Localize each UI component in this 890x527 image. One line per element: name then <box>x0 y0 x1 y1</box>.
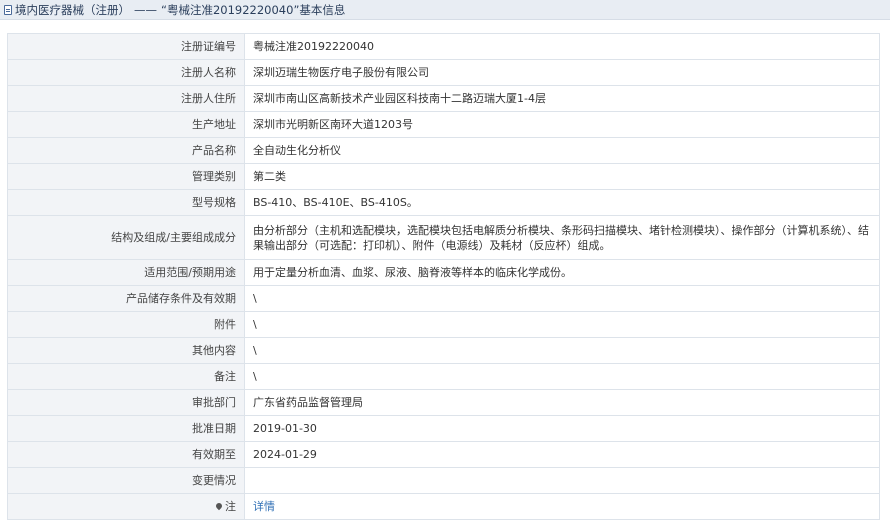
row-value: \ <box>244 311 880 338</box>
table-row: 变更情况 <box>7 467 880 494</box>
info-table: 注册证编号 粤械注准20192220040 注册人名称 深圳迈瑞生物医疗电子股份… <box>7 33 880 520</box>
pin-icon <box>214 501 224 511</box>
table-row: 批准日期 2019-01-30 <box>7 415 880 442</box>
row-label: 生产地址 <box>7 111 245 138</box>
note-value-cell: 详情 <box>244 493 880 520</box>
table-row: 其他内容 \ <box>7 337 880 364</box>
row-value: \ <box>244 363 880 390</box>
table-row: 注册证编号 粤械注准20192220040 <box>7 33 880 60</box>
header-category: 境内医疗器械（注册） <box>15 2 130 17</box>
table-row: 附件 \ <box>7 311 880 338</box>
row-label: 变更情况 <box>7 467 245 494</box>
row-label: 注册人住所 <box>7 85 245 112</box>
row-value: 由分析部分（主机和选配模块，选配模块包括电解质分析模块、条形码扫描模块、堵针检测… <box>244 215 880 260</box>
row-value: 用于定量分析血清、血浆、尿液、脑脊液等样本的临床化学成份。 <box>244 259 880 286</box>
table-row: 产品名称 全自动生化分析仪 <box>7 137 880 164</box>
row-value: 全自动生化分析仪 <box>244 137 880 164</box>
table-row: 审批部门 广东省药品监督管理局 <box>7 389 880 416</box>
document-icon <box>4 4 12 15</box>
table-row: 备注 \ <box>7 363 880 390</box>
row-label: 备注 <box>7 363 245 390</box>
table-row: 注册人住所 深圳市南山区高新技术产业园区科技南十二路迈瑞大厦1-4层 <box>7 85 880 112</box>
row-label: 注册证编号 <box>7 33 245 60</box>
row-label: 注册人名称 <box>7 59 245 86</box>
table-row: 结构及组成/主要组成成分 由分析部分（主机和选配模块，选配模块包括电解质分析模块… <box>7 215 880 260</box>
row-value: 第二类 <box>244 163 880 190</box>
note-label-cell: 注 <box>7 493 245 520</box>
row-value: 广东省药品监督管理局 <box>244 389 880 416</box>
header-separator: —— <box>134 2 157 17</box>
row-value <box>244 467 880 494</box>
row-value: BS-410、BS-410E、BS-410S。 <box>244 189 880 216</box>
row-label: 有效期至 <box>7 441 245 468</box>
row-value: \ <box>244 337 880 364</box>
table-row: 型号规格 BS-410、BS-410E、BS-410S。 <box>7 189 880 216</box>
row-label: 管理类别 <box>7 163 245 190</box>
row-label: 结构及组成/主要组成成分 <box>7 215 245 260</box>
table-row: 注 详情 <box>7 493 880 520</box>
row-value: 深圳市光明新区南环大道1203号 <box>244 111 880 138</box>
row-value: 深圳市南山区高新技术产业园区科技南十二路迈瑞大厦1-4层 <box>244 85 880 112</box>
table-row: 生产地址 深圳市光明新区南环大道1203号 <box>7 111 880 138</box>
row-value: \ <box>244 285 880 312</box>
table-row: 有效期至 2024-01-29 <box>7 441 880 468</box>
row-label: 产品名称 <box>7 137 245 164</box>
row-label: 审批部门 <box>7 389 245 416</box>
row-label: 附件 <box>7 311 245 338</box>
row-value: 粤械注准20192220040 <box>244 33 880 60</box>
row-value: 2019-01-30 <box>244 415 880 442</box>
table-row: 注册人名称 深圳迈瑞生物医疗电子股份有限公司 <box>7 59 880 86</box>
row-label: 注 <box>225 500 236 513</box>
table-row: 适用范围/预期用途 用于定量分析血清、血浆、尿液、脑脊液等样本的临床化学成份。 <box>7 259 880 286</box>
row-value: 深圳迈瑞生物医疗电子股份有限公司 <box>244 59 880 86</box>
details-link[interactable]: 详情 <box>253 500 275 513</box>
table-row: 管理类别 第二类 <box>7 163 880 190</box>
row-label: 产品储存条件及有效期 <box>7 285 245 312</box>
row-label: 批准日期 <box>7 415 245 442</box>
table-row: 产品储存条件及有效期 \ <box>7 285 880 312</box>
row-label: 适用范围/预期用途 <box>7 259 245 286</box>
page-header: 境内医疗器械（注册） —— “粤械注准20192220040”基本信息 <box>0 0 890 20</box>
row-label: 其他内容 <box>7 337 245 364</box>
row-label: 型号规格 <box>7 189 245 216</box>
header-title: “粤械注准20192220040”基本信息 <box>161 2 346 17</box>
row-value: 2024-01-29 <box>244 441 880 468</box>
